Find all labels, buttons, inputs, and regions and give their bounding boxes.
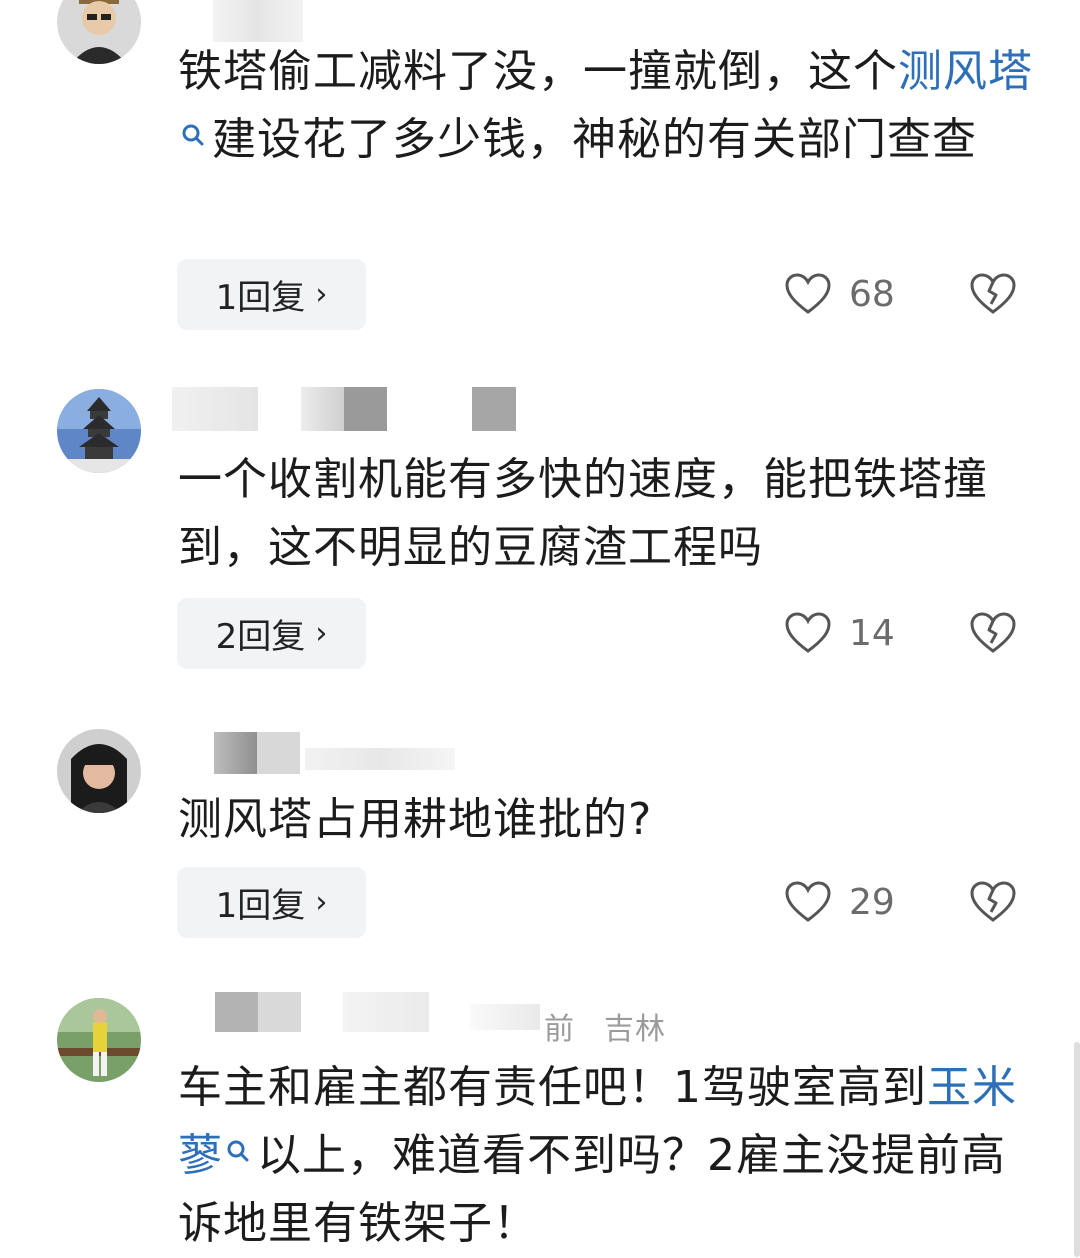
username-blur (343, 992, 429, 1032)
username-blur (213, 0, 303, 42)
reply-label: 2回复 (215, 617, 306, 657)
meta-blur (305, 748, 455, 770)
chevron-right-icon: › (315, 885, 328, 920)
chevron-right-icon: › (315, 277, 328, 312)
search-icon[interactable] (225, 1124, 251, 1162)
dislike-button[interactable] (970, 880, 1016, 924)
username-blur (215, 992, 301, 1032)
text-segment: 建设花了多少钱，神秘的有关部门查查 (212, 114, 977, 165)
comment-location: 吉林 (604, 1012, 666, 1047)
avatar[interactable] (57, 729, 141, 813)
text-segment: 车主和雇主都有责任吧！1驾驶室高到 (178, 1062, 927, 1113)
comment-text: 测风塔占用耕地谁批的? (178, 794, 653, 845)
meta-blur (470, 1004, 540, 1030)
avatar-image (57, 389, 141, 473)
broken-heart-icon (970, 881, 1016, 922)
chevron-right-icon: › (315, 616, 328, 651)
avatar-image (57, 998, 141, 1082)
text-segment: 铁塔偷工减料了没，一撞就倒，这个 (178, 46, 898, 97)
heart-icon (785, 881, 831, 922)
like-button[interactable]: 29 (785, 881, 895, 923)
like-count: 68 (849, 273, 895, 315)
search-link[interactable]: 测风塔 (898, 46, 1033, 97)
text-segment: 以上，难道看不到吗？2雇主没提前高诉地里有铁架子！ (178, 1130, 1006, 1249)
username-blur (172, 387, 258, 431)
username-blur (301, 387, 387, 431)
avatar-image (57, 0, 141, 64)
username-blur (214, 732, 300, 774)
avatar-image (57, 729, 141, 813)
comment-text: 铁塔偷工减料了没，一撞就倒，这个测风塔建设花了多少钱，神秘的有关部门查查 (178, 38, 1038, 174)
dislike-button[interactable] (970, 272, 1016, 316)
reply-button[interactable]: 1回复 › (177, 867, 366, 938)
reply-label: 1回复 (215, 886, 306, 926)
scrollbar[interactable] (1074, 1042, 1080, 1257)
reply-button[interactable]: 1回复 › (177, 259, 366, 330)
search-icon[interactable] (180, 108, 206, 146)
broken-heart-icon (970, 612, 1016, 653)
comment-time: 前 (544, 1012, 575, 1047)
dislike-button[interactable] (970, 611, 1016, 655)
comment-text: 车主和雇主都有责任吧！1驾驶室高到玉米蓼 以上，难道看不到吗？2雇主没提前高诉地里… (178, 1054, 1038, 1258)
avatar[interactable] (57, 0, 141, 64)
heart-icon (785, 273, 831, 314)
avatar[interactable] (57, 389, 141, 473)
reply-label: 1回复 (215, 278, 306, 318)
like-button[interactable]: 14 (785, 612, 895, 654)
username-blur (472, 387, 516, 431)
comment-text: 一个收割机能有多快的速度，能把铁塔撞到，这不明显的豆腐渣工程吗 (178, 454, 988, 573)
like-button[interactable]: 68 (785, 273, 895, 315)
heart-icon (785, 612, 831, 653)
reply-button[interactable]: 2回复 › (177, 598, 366, 669)
like-count: 14 (849, 612, 895, 654)
avatar[interactable] (57, 998, 141, 1082)
like-count: 29 (849, 881, 895, 923)
broken-heart-icon (970, 273, 1016, 314)
